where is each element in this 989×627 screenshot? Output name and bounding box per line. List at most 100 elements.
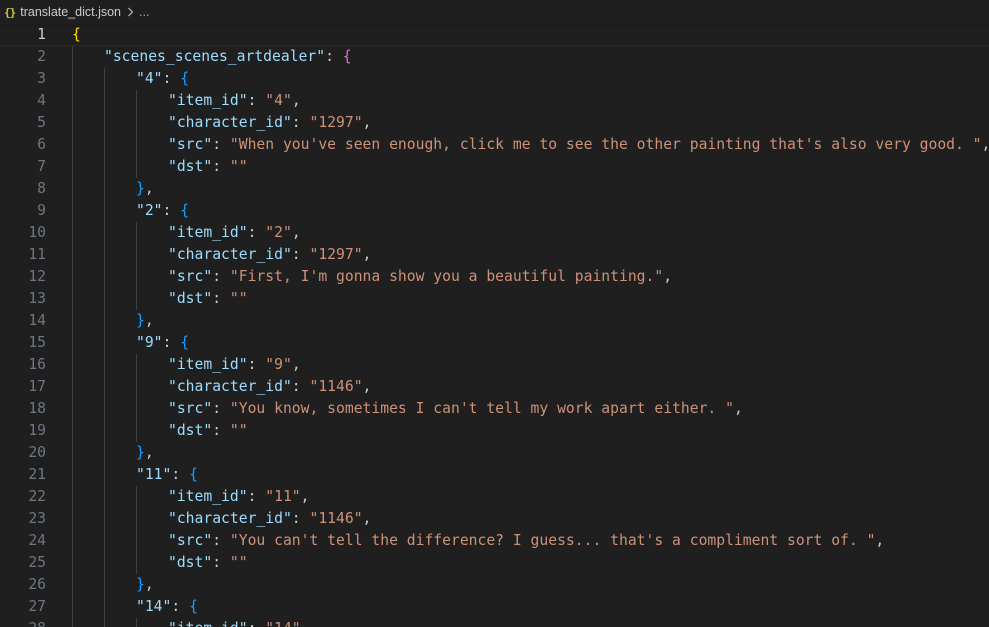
line-text[interactable]: "item_id": "9", [168, 354, 301, 376]
bracket: { [72, 26, 81, 43]
code-area[interactable]: 1{2 "scenes_scenes_artdealer": {3 "4": {4 "… [0, 24, 989, 627]
code-line[interactable]: 13 "dst": "" [0, 288, 989, 310]
code-line[interactable]: 12 "src": "First, I'm gonna show you a be… [0, 266, 989, 288]
line-text[interactable]: "item_id": "14", [168, 618, 310, 627]
code-line[interactable]: 6 "src": "When you've seen enough, click … [0, 134, 989, 156]
indent-guide [136, 156, 137, 178]
line-text[interactable]: "character_id": "1146", [168, 508, 371, 530]
code-line[interactable]: 28 "item_id": "14", [0, 618, 989, 627]
json-key: "scenes_scenes_artdealer" [104, 48, 326, 65]
json-key: "character_id" [168, 510, 292, 527]
indent-guide [72, 332, 73, 354]
line-text[interactable]: "dst": "" [168, 288, 248, 310]
code-line[interactable]: 2 "scenes_scenes_artdealer": { [0, 46, 989, 68]
indent-guide [104, 618, 105, 627]
bracket: { [180, 70, 190, 87]
indent-guide [104, 552, 105, 574]
line-text[interactable]: "src": "First, I'm gonna show you a beau… [168, 266, 672, 288]
punctuation: : [212, 400, 230, 417]
line-text[interactable]: "item_id": "11", [168, 486, 310, 508]
line-text[interactable]: }, [136, 178, 154, 200]
code-line[interactable]: 7 "dst": "" [0, 156, 989, 178]
json-string: "1297" [309, 114, 363, 131]
json-key: "dst" [168, 554, 213, 571]
code-line[interactable]: 27 "14": { [0, 596, 989, 618]
line-number: 9 [37, 202, 46, 219]
json-key: "item_id" [168, 488, 248, 505]
breadcrumb: {} translate_dict.json ... [0, 0, 989, 24]
code-line[interactable]: 4 "item_id": "4", [0, 90, 989, 112]
line-text[interactable]: "14": { [136, 596, 198, 618]
code-line[interactable]: 18 "src": "You know, sometimes I can't te… [0, 398, 989, 420]
punctuation: , [301, 620, 310, 627]
line-text[interactable]: }, [136, 442, 154, 464]
code-line[interactable]: 26}, [0, 574, 989, 596]
line-number: 22 [28, 488, 46, 505]
line-number: 14 [28, 312, 46, 329]
line-text[interactable]: "src": "When you've seen enough, click m… [168, 134, 989, 156]
indent-guide [104, 90, 105, 112]
line-text[interactable]: "character_id": "1297", [168, 244, 371, 266]
indent-guide [72, 288, 73, 310]
line-text[interactable]: "dst": "" [168, 156, 248, 178]
line-text[interactable]: "dst": "" [168, 420, 248, 442]
code-line[interactable]: 21 "11": { [0, 464, 989, 486]
punctuation: , [144, 444, 154, 461]
line-text[interactable]: "src": "You can't tell the difference? I… [168, 530, 884, 552]
bracket: { [180, 202, 190, 219]
line-text[interactable]: "scenes_scenes_artdealer": { [104, 46, 352, 68]
json-key: "2" [136, 202, 163, 219]
code-line[interactable]: 11 "character_id": "1297", [0, 244, 989, 266]
code-line[interactable]: 24 "src": "You can't tell the difference?… [0, 530, 989, 552]
punctuation: : [247, 356, 266, 373]
breadcrumb-file[interactable]: translate_dict.json [20, 5, 121, 19]
code-line[interactable]: 19 "dst": "" [0, 420, 989, 442]
code-line[interactable]: 1{ [0, 24, 989, 46]
punctuation: , [291, 356, 301, 373]
code-line[interactable]: 8}, [0, 178, 989, 200]
line-text[interactable]: "11": { [136, 464, 198, 486]
code-line[interactable]: 20}, [0, 442, 989, 464]
code-line[interactable]: 22 "item_id": "11", [0, 486, 989, 508]
code-line[interactable]: 14}, [0, 310, 989, 332]
code-line[interactable]: 5 "character_id": "1297", [0, 112, 989, 134]
code-line[interactable]: 9 "2": { [0, 200, 989, 222]
line-text[interactable]: "4": { [136, 68, 189, 90]
code-line[interactable]: 16 "item_id": "9", [0, 354, 989, 376]
line-text[interactable]: "src": "You know, sometimes I can't tell… [168, 398, 743, 420]
punctuation: , [733, 400, 743, 417]
code-line[interactable]: 25 "dst": "" [0, 552, 989, 574]
punctuation: : [325, 48, 343, 65]
indent-guide [104, 156, 105, 178]
line-text[interactable]: "9": { [136, 332, 189, 354]
punctuation: : [162, 70, 181, 87]
line-number: 6 [37, 136, 46, 153]
code-editor[interactable]: {} translate_dict.json ... 1{2 "scenes_sc… [0, 0, 989, 627]
line-number: 7 [37, 158, 46, 175]
indent-guide [136, 530, 137, 552]
line-text[interactable]: "character_id": "1146", [168, 376, 371, 398]
punctuation: : [247, 224, 266, 241]
indent-guide [136, 288, 137, 310]
punctuation: : [212, 268, 230, 285]
punctuation: , [982, 136, 989, 153]
line-text[interactable]: "2": { [136, 200, 189, 222]
code-line[interactable]: 10 "item_id": "2", [0, 222, 989, 244]
code-line[interactable]: 23 "character_id": "1146", [0, 508, 989, 530]
indent-guide [136, 244, 137, 266]
code-line[interactable]: 17 "character_id": "1146", [0, 376, 989, 398]
breadcrumb-more[interactable]: ... [139, 5, 149, 19]
code-line[interactable]: 3 "4": { [0, 68, 989, 90]
punctuation: : [212, 158, 230, 175]
line-text[interactable]: }, [136, 310, 154, 332]
indent-guide [104, 112, 105, 134]
line-text[interactable]: "character_id": "1297", [168, 112, 371, 134]
punctuation: : [291, 378, 310, 395]
code-line[interactable]: 15 "9": { [0, 332, 989, 354]
line-text[interactable]: "item_id": "2", [168, 222, 301, 244]
line-text[interactable]: }, [136, 574, 154, 596]
line-number: 15 [28, 334, 46, 351]
line-text[interactable]: { [72, 24, 81, 46]
line-text[interactable]: "dst": "" [168, 552, 248, 574]
line-text[interactable]: "item_id": "4", [168, 90, 301, 112]
